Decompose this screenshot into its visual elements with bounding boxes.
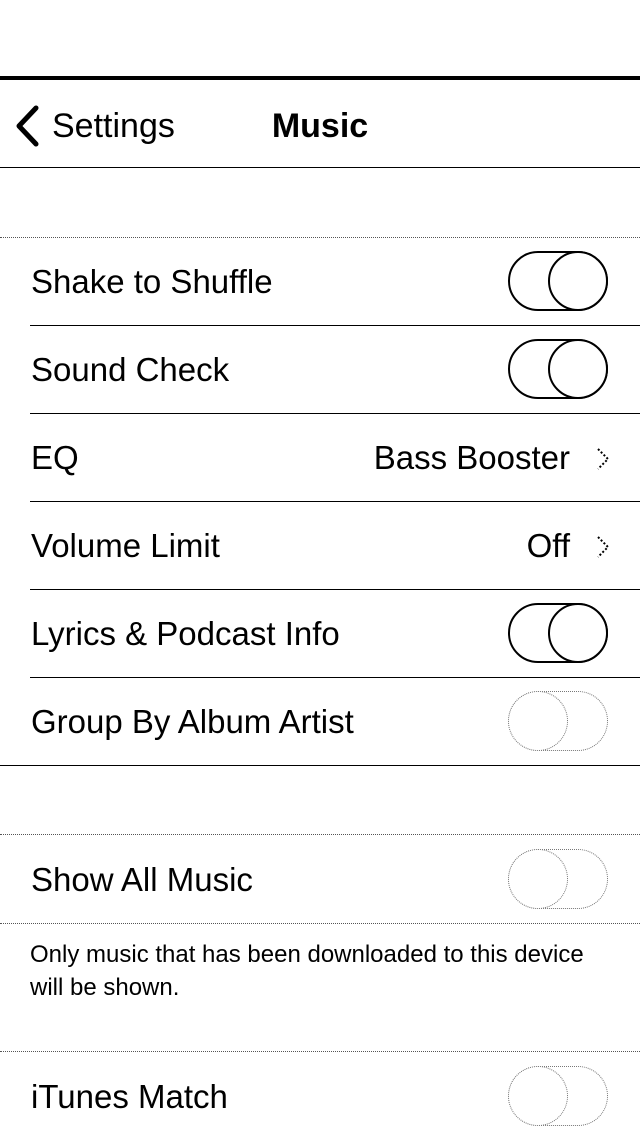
shake-to-shuffle-toggle[interactable] (508, 251, 608, 311)
row-eq[interactable]: EQ Bass Booster (0, 414, 640, 502)
navigation-bar: Settings Music (0, 76, 640, 168)
group-top-divider (0, 834, 640, 835)
toggle-knob (508, 849, 568, 909)
row-label: Show All Music (31, 861, 253, 898)
row-sound-check: Sound Check (0, 326, 640, 414)
page-title: Music (271, 107, 369, 145)
status-bar-area (0, 0, 640, 76)
row-group-by-album-artist: Group By Album Artist (0, 678, 640, 766)
group-bottom-divider (0, 923, 640, 924)
toggle-knob (548, 339, 608, 399)
show-all-music-footer: Only music that has been downloaded to t… (30, 941, 584, 1001)
toggle-knob (548, 603, 608, 663)
row-label: Volume Limit (31, 527, 220, 564)
row-label: Lyrics & Podcast Info (31, 615, 340, 652)
group-top-divider (0, 1051, 640, 1052)
volume-limit-value: Off (526, 527, 570, 564)
row-show-all-music: Show All Music (0, 836, 640, 924)
group-bottom-divider (0, 765, 640, 766)
itunes-match-toggle[interactable] (508, 1066, 608, 1126)
toggle-knob (548, 251, 608, 311)
row-lyrics-podcast-info: Lyrics & Podcast Info (0, 590, 640, 678)
row-label: Sound Check (31, 351, 230, 388)
lyrics-podcast-info-toggle[interactable] (508, 603, 608, 663)
row-volume-limit[interactable]: Volume Limit Off (0, 502, 640, 590)
group-by-album-artist-toggle[interactable] (508, 691, 608, 751)
eq-value: Bass Booster (373, 439, 570, 476)
chevron-right-icon (597, 448, 610, 470)
row-label: EQ (31, 439, 79, 476)
row-itunes-match: iTunes Match (0, 1053, 640, 1141)
toggle-knob (508, 691, 568, 751)
row-label: iTunes Match (31, 1078, 228, 1115)
chevron-right-icon (597, 536, 610, 558)
row-shake-to-shuffle: Shake to Shuffle (0, 238, 640, 326)
show-all-music-toggle[interactable] (508, 849, 608, 909)
row-label: Group By Album Artist (31, 703, 354, 740)
row-label: Shake to Shuffle (31, 263, 273, 300)
toggle-knob (508, 1066, 568, 1126)
sound-check-toggle[interactable] (508, 339, 608, 399)
